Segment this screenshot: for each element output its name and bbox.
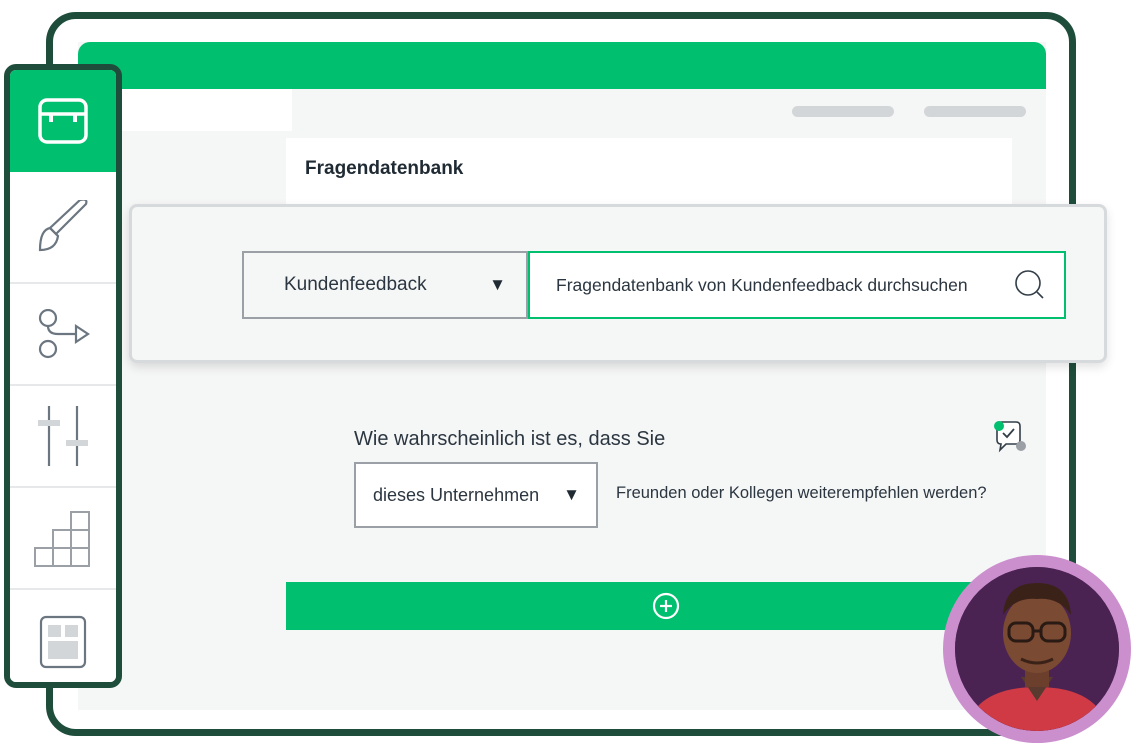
app-screen: Fragendatenbank (78, 42, 1046, 710)
category-dropdown-label: Kundenfeedback (284, 274, 427, 295)
caret-down-icon: ▼ (489, 275, 506, 294)
analyze-chart-icon (34, 511, 90, 567)
design-brush-icon (38, 200, 88, 252)
placeholder-bar (924, 106, 1026, 117)
question-prefix: Wie wahrscheinlich ist es, dass Sie (354, 428, 666, 450)
sidebar-item-design[interactable] (10, 172, 116, 284)
question-bank-search-panel: Kundenfeedback ▼ (129, 204, 1107, 363)
question-bank-icon (38, 98, 88, 144)
plus-circle-icon (652, 592, 680, 620)
question-bank-header: Fragendatenbank (286, 138, 1012, 208)
question-suffix: Freunden oder Kollegen weiterempfehlen w… (616, 484, 987, 502)
search-icon[interactable] (1014, 269, 1046, 301)
sidebar-item-layout[interactable] (10, 590, 116, 682)
settings-sliders-icon (38, 406, 88, 466)
top-bar (78, 42, 1046, 89)
add-question-button[interactable] (286, 582, 1046, 630)
category-dropdown[interactable]: Kundenfeedback ▼ (242, 251, 528, 319)
logic-branch-icon (38, 309, 90, 359)
person-illustration (955, 567, 1119, 731)
avatar (943, 555, 1131, 743)
page-title: Fragendatenbank (305, 158, 464, 179)
placeholder-bar (792, 106, 894, 117)
search-field[interactable] (528, 251, 1066, 319)
sidebar (4, 64, 122, 688)
caret-down-icon: ▼ (563, 485, 580, 504)
avatar-photo (955, 567, 1119, 731)
company-dropdown-label: dieses Unternehmen (373, 484, 540, 505)
layout-template-icon (39, 615, 87, 669)
company-dropdown[interactable]: dieses Unternehmen ▼ (354, 462, 598, 528)
search-input[interactable] (554, 273, 1014, 297)
feedback-check-icon[interactable] (992, 420, 1028, 454)
sidebar-item-settings[interactable] (10, 386, 116, 488)
sidebar-item-logic[interactable] (10, 284, 116, 386)
sidebar-item-analyze[interactable] (10, 488, 116, 590)
sidebar-item-question-bank[interactable] (10, 70, 116, 172)
